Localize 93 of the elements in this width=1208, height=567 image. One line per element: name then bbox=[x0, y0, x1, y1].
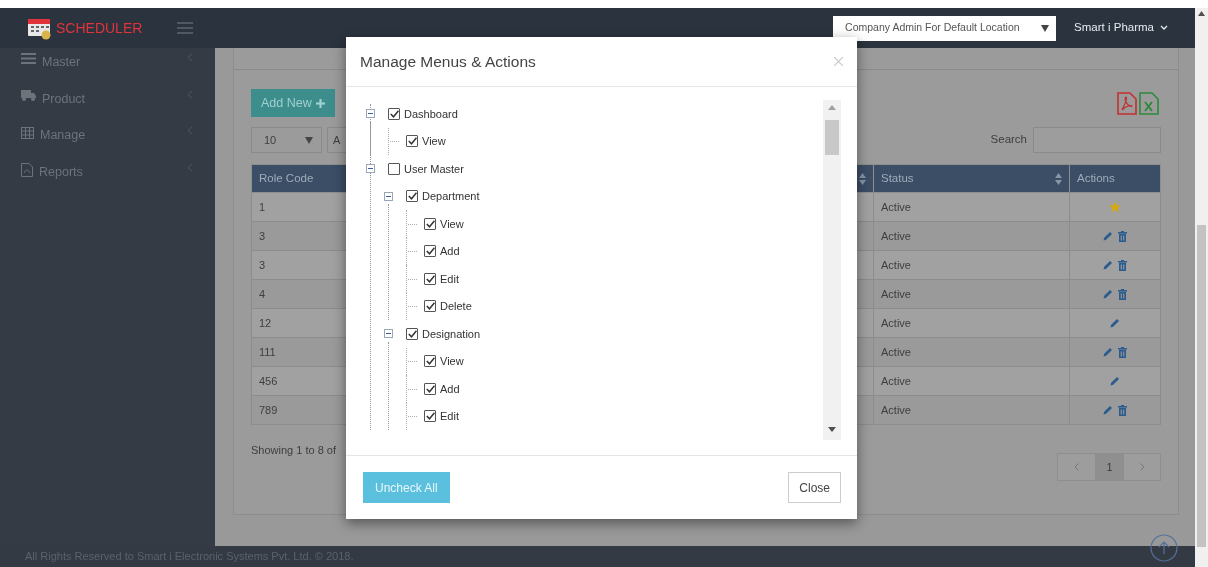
chevron-left-icon bbox=[1074, 463, 1079, 471]
edit-icon[interactable] bbox=[1110, 318, 1120, 328]
caret-icon bbox=[305, 136, 313, 144]
tree-label: Add bbox=[440, 381, 460, 397]
tree-label: Designation bbox=[422, 326, 481, 342]
tree-label: Edit bbox=[440, 271, 459, 287]
edit-icon[interactable] bbox=[1103, 405, 1113, 415]
table-cell: Active bbox=[873, 192, 1070, 222]
logo-text: SCHEDULER bbox=[56, 18, 143, 38]
table-cell: Active bbox=[873, 279, 1070, 309]
tree-label: Department bbox=[422, 189, 480, 204]
add-new-button[interactable]: Add New bbox=[251, 89, 335, 117]
edit-icon[interactable] bbox=[1110, 376, 1120, 386]
collapse-icon[interactable] bbox=[366, 109, 375, 119]
tree-label: Delete bbox=[440, 299, 472, 314]
checkbox[interactable] bbox=[424, 382, 436, 395]
document-icon bbox=[21, 162, 33, 177]
table-cell: Active bbox=[873, 366, 1070, 396]
pdf-icon[interactable] bbox=[1117, 91, 1137, 115]
scrollbar[interactable] bbox=[823, 100, 841, 440]
scroll-to-top-icon[interactable] bbox=[1150, 534, 1178, 562]
star-icon[interactable] bbox=[1109, 201, 1121, 213]
tree-label: Edit bbox=[440, 409, 459, 424]
checkbox[interactable] bbox=[406, 327, 418, 340]
chevron-left-icon bbox=[187, 126, 193, 135]
table-cell: Active bbox=[873, 308, 1070, 338]
delete-icon[interactable] bbox=[1118, 230, 1127, 242]
delete-icon[interactable] bbox=[1118, 259, 1127, 271]
delete-icon[interactable] bbox=[1118, 404, 1127, 416]
scrollbar[interactable] bbox=[1195, 8, 1208, 567]
column-header[interactable]: Status bbox=[873, 164, 1070, 193]
truck-icon bbox=[21, 89, 36, 101]
chevron-right-icon bbox=[1139, 463, 1145, 471]
sidebar-item[interactable]: Manage bbox=[0, 121, 215, 158]
checkbox[interactable] bbox=[406, 190, 418, 203]
sidebar-item[interactable]: Product bbox=[0, 84, 215, 121]
close-button[interactable]: Close bbox=[788, 472, 841, 503]
uncheck-all-button[interactable]: Uncheck All bbox=[363, 472, 450, 503]
checkbox[interactable] bbox=[424, 355, 436, 368]
table-cell: Active bbox=[873, 221, 1070, 251]
chevron-left-icon bbox=[187, 53, 193, 62]
table-cell: Active bbox=[873, 395, 1070, 425]
calendar-icon bbox=[21, 126, 34, 139]
column-header: Actions bbox=[1069, 164, 1161, 193]
page-length-select[interactable]: 10 bbox=[251, 127, 322, 153]
chevron-down-icon bbox=[1160, 25, 1168, 31]
collapse-icon[interactable] bbox=[384, 329, 393, 339]
delete-icon[interactable] bbox=[1118, 288, 1127, 300]
sort-icon[interactable] bbox=[1055, 172, 1062, 185]
user-menu[interactable]: Smart i Pharma bbox=[1074, 19, 1168, 37]
collapse-icon[interactable] bbox=[384, 191, 393, 201]
chevron-left-icon bbox=[187, 89, 193, 99]
checkbox[interactable] bbox=[388, 162, 400, 175]
list-icon bbox=[21, 53, 36, 64]
checkbox[interactable] bbox=[424, 410, 436, 423]
tree-label: View bbox=[440, 354, 464, 369]
checkbox[interactable] bbox=[424, 245, 436, 258]
plus-icon bbox=[315, 98, 325, 108]
scroll-thumb[interactable] bbox=[1197, 225, 1206, 547]
close-icon[interactable] bbox=[834, 57, 843, 66]
scroll-up-icon[interactable] bbox=[1198, 11, 1205, 16]
tree-label: Dashboard bbox=[404, 106, 458, 122]
table-info: Showing 1 to 8 of bbox=[251, 443, 336, 458]
checkbox[interactable] bbox=[406, 135, 418, 148]
checkbox[interactable] bbox=[424, 272, 436, 285]
search-label: Search bbox=[990, 132, 1027, 148]
checkbox[interactable] bbox=[388, 107, 400, 120]
delete-icon[interactable] bbox=[1118, 346, 1127, 358]
edit-icon[interactable] bbox=[1103, 231, 1113, 241]
tree-label: View bbox=[422, 134, 446, 149]
menu-icon[interactable] bbox=[177, 22, 193, 34]
scroll-down-icon[interactable] bbox=[828, 427, 836, 432]
calendar-logo-icon bbox=[27, 16, 53, 40]
edit-icon[interactable] bbox=[1103, 347, 1113, 357]
chevron-left-icon bbox=[187, 162, 193, 172]
collapse-icon[interactable] bbox=[366, 164, 375, 174]
checkbox[interactable] bbox=[424, 300, 436, 313]
table-cell: Active bbox=[873, 250, 1070, 280]
role-select[interactable]: Company Admin For Default Location bbox=[833, 15, 1057, 41]
sidebar-item[interactable]: Master bbox=[0, 48, 215, 85]
tree-label: Add bbox=[440, 244, 460, 259]
modal-title: Manage Menus & Actions bbox=[360, 51, 537, 72]
page-button[interactable]: 1 bbox=[1095, 454, 1124, 480]
scroll-thumb[interactable] bbox=[825, 120, 839, 155]
edit-icon[interactable] bbox=[1103, 289, 1113, 299]
edit-icon[interactable] bbox=[1103, 260, 1113, 270]
sort-icon[interactable] bbox=[859, 172, 866, 185]
caret-icon bbox=[1041, 24, 1050, 32]
excel-icon[interactable] bbox=[1139, 91, 1159, 115]
sidebar-item[interactable]: Reports bbox=[0, 157, 215, 194]
checkbox[interactable] bbox=[424, 217, 436, 230]
table-cell: Active bbox=[873, 337, 1070, 367]
tree-label: View bbox=[440, 216, 464, 232]
